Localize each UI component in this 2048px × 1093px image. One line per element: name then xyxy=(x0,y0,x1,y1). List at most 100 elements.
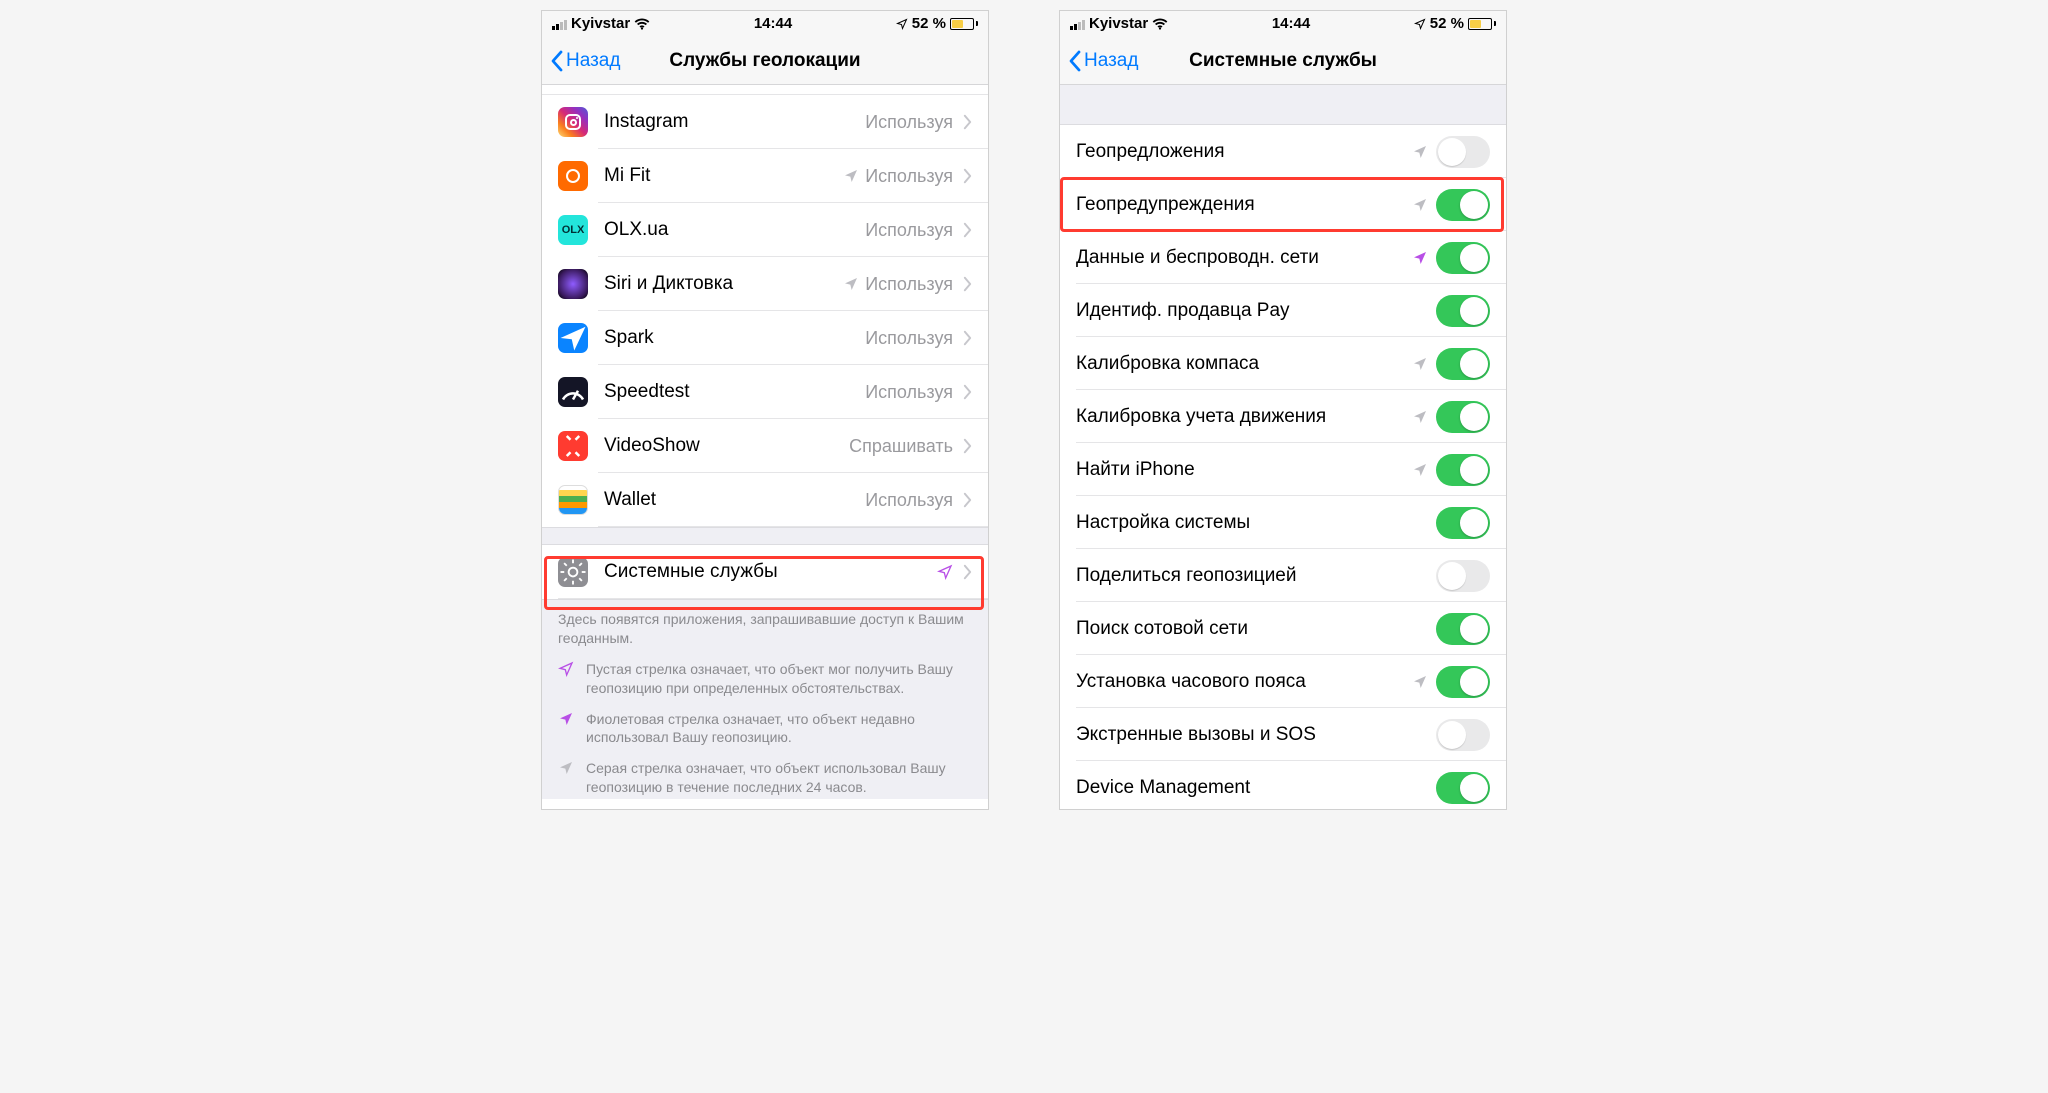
app-icon xyxy=(558,431,588,461)
app-status: Используя xyxy=(865,382,953,403)
row-label: Данные и беспроводн. сети xyxy=(1076,247,1412,269)
toggle[interactable] xyxy=(1436,613,1490,645)
wifi-icon xyxy=(1152,18,1168,30)
location-arrow-icon xyxy=(1412,356,1428,372)
row-label: Системные службы xyxy=(604,561,937,583)
app-name: OLX.ua xyxy=(604,219,859,241)
row-label: Геопредложения xyxy=(1076,141,1412,163)
footer-item-text: Пустая стрелка означает, что объект мог … xyxy=(586,660,972,698)
system-row[interactable]: Поиск сотовой сети xyxy=(1060,602,1506,655)
row-label: Поиск сотовой сети xyxy=(1076,618,1436,640)
nav-bar: Назад Службы геолокации xyxy=(542,37,988,85)
back-button[interactable]: Назад xyxy=(550,50,620,72)
system-services-row[interactable]: Системные службы xyxy=(542,545,988,599)
app-row[interactable]: InstagramИспользуя xyxy=(542,95,988,149)
status-right: 52 % xyxy=(1414,15,1496,32)
system-row[interactable]: Настройка системы xyxy=(1060,496,1506,549)
back-button[interactable]: Назад xyxy=(1068,50,1138,72)
toggle[interactable] xyxy=(1436,507,1490,539)
list: Геопредложения Геопредупреждения Данные и … xyxy=(1060,85,1506,809)
status-time: 14:44 xyxy=(1168,15,1414,32)
system-row[interactable]: Экстренные вызовы и SOS xyxy=(1060,708,1506,761)
signal-icon xyxy=(552,18,567,30)
app-icon xyxy=(558,323,588,353)
location-arrow-icon xyxy=(1412,250,1428,266)
location-arrow-icon xyxy=(1412,409,1428,425)
app-name: Speedtest xyxy=(604,381,859,403)
system-row[interactable]: Идентиф. продавца Pay xyxy=(1060,284,1506,337)
toggle[interactable] xyxy=(1436,772,1490,804)
app-name: Siri и Диктовка xyxy=(604,273,843,295)
app-row[interactable]: OLX OLX.ua Используя xyxy=(542,203,988,257)
phone-left: Kyivstar 14:44 52 % Назад Службы геолока… xyxy=(541,10,989,810)
location-arrow-icon xyxy=(558,759,576,797)
toggle[interactable] xyxy=(1436,136,1490,168)
back-label: Назад xyxy=(1084,50,1138,72)
toggle[interactable] xyxy=(1436,401,1490,433)
app-status: Используя xyxy=(865,220,953,241)
toggle[interactable] xyxy=(1436,666,1490,698)
app-row[interactable]: SparkИспользуя xyxy=(542,311,988,365)
row-label: Идентиф. продавца Pay xyxy=(1076,300,1436,322)
app-name: Instagram xyxy=(604,111,859,133)
toggle[interactable] xyxy=(1436,295,1490,327)
toggle[interactable] xyxy=(1436,242,1490,274)
system-row[interactable]: Геопредложения xyxy=(1060,125,1506,178)
system-row[interactable]: Калибровка учета движения xyxy=(1060,390,1506,443)
location-arrow-icon xyxy=(558,660,576,698)
row-label: Найти iPhone xyxy=(1076,459,1412,481)
status-bar: Kyivstar 14:44 52 % xyxy=(1060,11,1506,37)
row-label: Установка часового пояса xyxy=(1076,671,1412,693)
location-arrow-icon xyxy=(1412,462,1428,478)
system-row[interactable]: Калибровка компаса xyxy=(1060,337,1506,390)
footer-group: Здесь появятся приложения, запрашивавшие… xyxy=(542,599,988,799)
app-name: Mi Fit xyxy=(604,165,843,187)
battery-pct: 52 % xyxy=(1430,15,1464,32)
system-row[interactable]: Поделиться геопозицией xyxy=(1060,549,1506,602)
battery-icon xyxy=(950,18,978,30)
app-icon: OLX xyxy=(558,215,588,245)
row-label: Калибровка компаса xyxy=(1076,353,1412,375)
system-row[interactable]: Геопредупреждения xyxy=(1060,178,1506,231)
row-label: Device Management xyxy=(1076,777,1436,799)
row-label: Калибровка учета движения xyxy=(1076,406,1412,428)
footer-item: Фиолетовая стрелка означает, что объект … xyxy=(542,700,988,750)
app-row[interactable]: Mi FitИспользуя xyxy=(542,149,988,203)
location-arrow-icon xyxy=(843,168,859,184)
toggle[interactable] xyxy=(1436,454,1490,486)
nav-bar: Назад Системные службы xyxy=(1060,37,1506,85)
app-row[interactable]: Speedtest Используя xyxy=(542,365,988,419)
app-icon xyxy=(558,107,588,137)
footer-lead: Здесь появятся приложения, запрашивавшие… xyxy=(542,600,988,650)
app-row[interactable]: Siri и ДиктовкаИспользуя xyxy=(542,257,988,311)
chevron-right-icon xyxy=(963,438,972,454)
location-arrow-icon xyxy=(937,564,953,580)
toggle[interactable] xyxy=(1436,189,1490,221)
system-row[interactable]: Device Management xyxy=(1060,761,1506,809)
status-bar: Kyivstar 14:44 52 % xyxy=(542,11,988,37)
app-name: Spark xyxy=(604,327,859,349)
app-icon xyxy=(558,377,588,407)
location-arrow-icon xyxy=(1412,197,1428,213)
phone-right: Kyivstar 14:44 52 % Назад Системные служ… xyxy=(1059,10,1507,810)
chevron-right-icon xyxy=(963,492,972,508)
chevron-right-icon xyxy=(963,276,972,292)
location-arrow-icon xyxy=(1412,674,1428,690)
system-row[interactable]: Найти iPhone xyxy=(1060,443,1506,496)
carrier-label: Kyivstar xyxy=(1089,15,1148,32)
status-right: 52 % xyxy=(896,15,978,32)
toggle[interactable] xyxy=(1436,719,1490,751)
app-row[interactable]: WalletИспользуя xyxy=(542,473,988,527)
chevron-right-icon xyxy=(963,168,972,184)
app-icon xyxy=(558,269,588,299)
toggle[interactable] xyxy=(1436,560,1490,592)
system-row[interactable]: Установка часового пояса xyxy=(1060,655,1506,708)
status-left: Kyivstar xyxy=(552,15,650,32)
app-row[interactable]: VideoShowСпрашивать xyxy=(542,419,988,473)
app-name: VideoShow xyxy=(604,435,843,457)
system-row[interactable]: Данные и беспроводн. сети xyxy=(1060,231,1506,284)
toggle[interactable] xyxy=(1436,348,1490,380)
footer-item-text: Фиолетовая стрелка означает, что объект … xyxy=(586,710,972,748)
chevron-left-icon xyxy=(1068,50,1082,72)
chevron-right-icon xyxy=(963,114,972,130)
